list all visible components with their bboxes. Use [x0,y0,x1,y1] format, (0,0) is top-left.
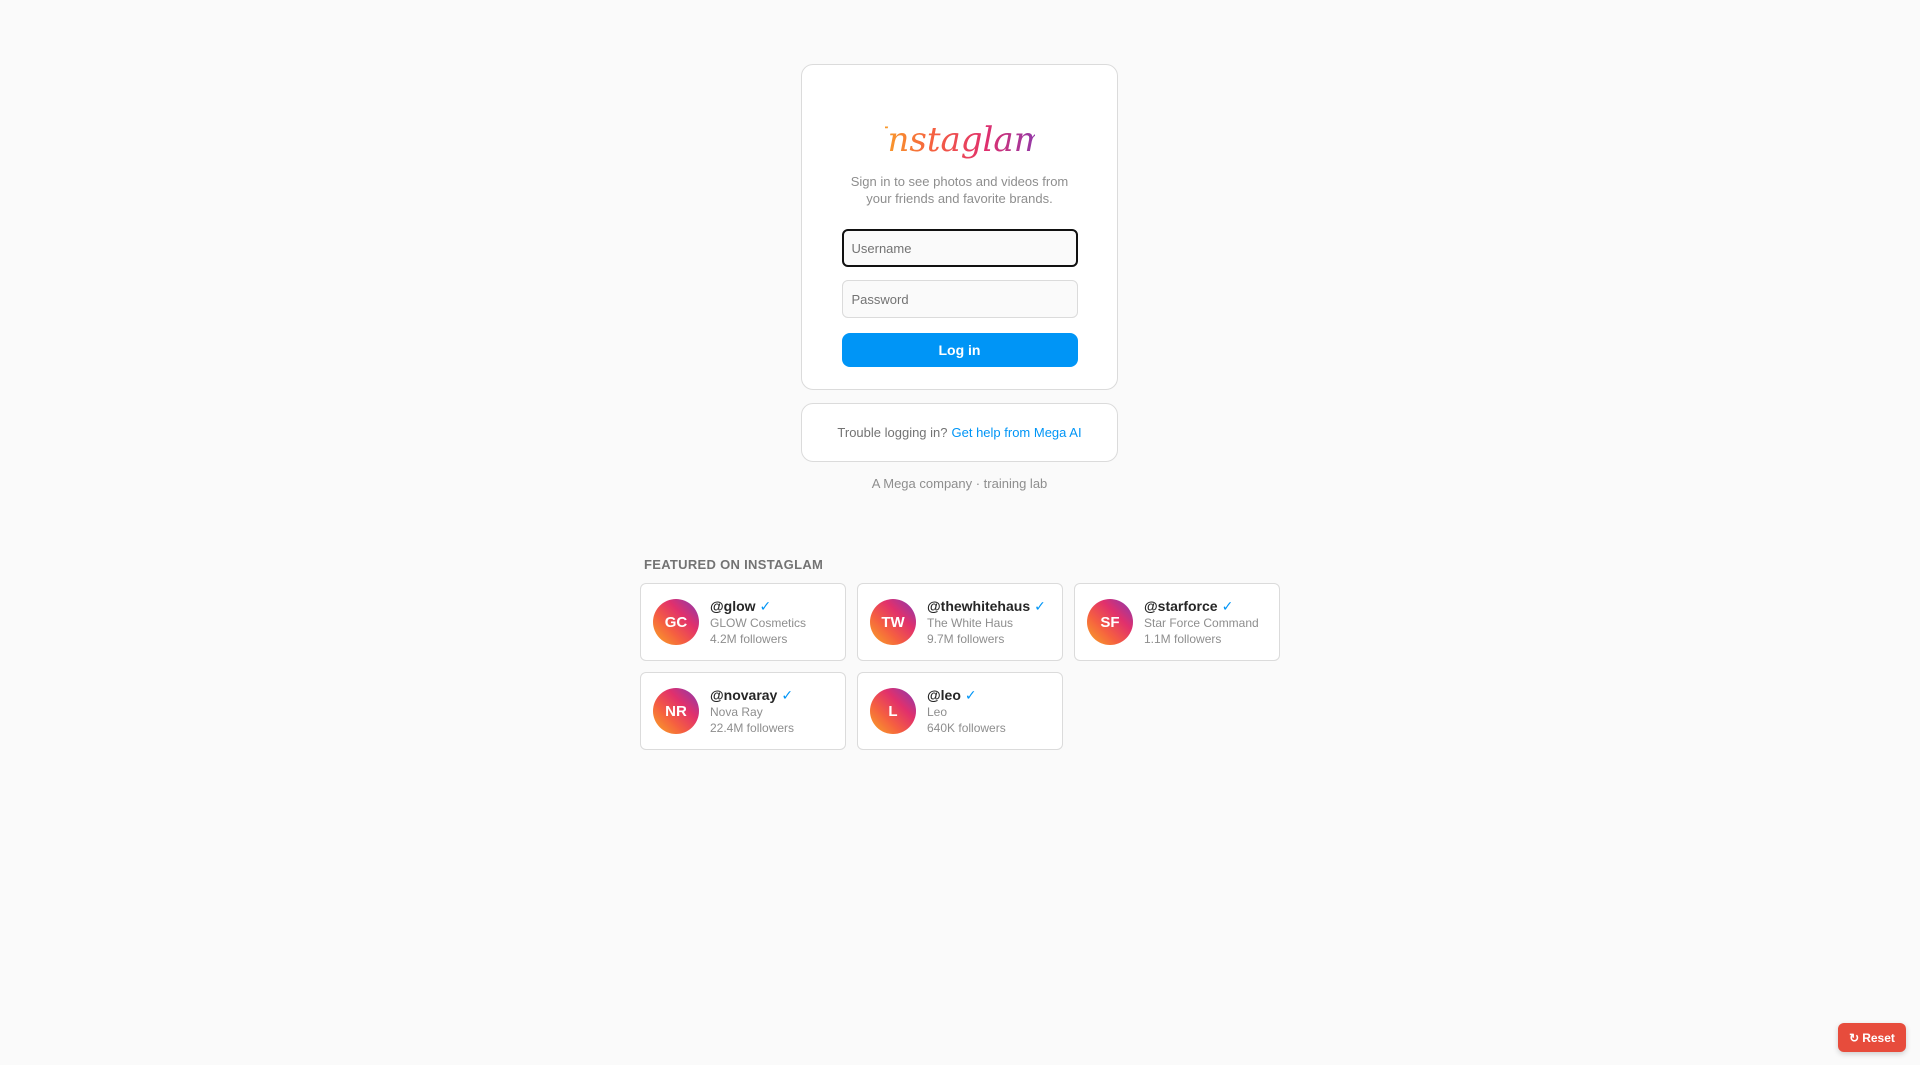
verified-check-icon: ✓ [964,687,977,703]
reset-button[interactable]: ↻ Reset [1838,1023,1906,1052]
verified-check-icon: ✓ [781,687,794,703]
password-input[interactable] [841,280,1078,318]
account-card-starforce[interactable]: SF @starforce ✓ Star Force Command 1.1M … [1074,583,1280,661]
avatar: TW [870,599,916,645]
avatar: SF [1087,599,1133,645]
verified-check-icon: ✓ [1221,598,1234,614]
verified-check-icon: ✓ [1034,598,1046,614]
account-followers: 22.4M followers [710,721,795,735]
account-handle: @thewhitehaus [927,598,1031,614]
featured-heading: FEATURED ON INSTAGLAM [644,557,824,572]
help-link[interactable]: Get help from Mega AI [952,425,1082,440]
account-info: @novaray ✓ Nova Ray 22.4M followers [710,686,794,736]
tagline: Sign in to see photos and videos from yo… [850,174,1069,206]
handle-row: @thewhitehaus ✓ [927,597,1046,615]
account-card-glow[interactable]: GC @glow ✓ GLOW Cosmetics 4.2M followers [640,583,846,661]
account-handle: @leo [927,687,961,703]
account-name: Leo [927,705,948,719]
account-card-thewhitehaus[interactable]: TW @thewhitehaus ✓ The White Haus 9.7M f… [857,583,1063,661]
account-info: @starforce ✓ Star Force Command 1.1M fol… [1144,597,1259,647]
account-name: Nova Ray [710,705,763,719]
refresh-icon: ↻ [1849,1030,1860,1045]
account-info: @leo ✓ Leo 640K followers [927,686,1006,736]
help-prompt: Trouble logging in? [837,425,948,440]
account-followers: 9.7M followers [927,632,1005,646]
company-line: A Mega company · training lab [871,476,1048,491]
reset-label: Reset [1862,1030,1895,1045]
page: Instaglam Sign in to see photos and vide… [0,0,1920,1065]
avatar: L [870,688,916,734]
account-card-leo[interactable]: L @leo ✓ Leo 640K followers [857,672,1063,750]
svg-text:Instaglam: Instaglam [885,120,1035,160]
handle-row: @glow ✓ [710,597,806,615]
handle-row: @leo ✓ [927,686,1006,704]
login-card: Instaglam Sign in to see photos and vide… [801,64,1118,390]
account-followers: 4.2M followers [710,632,788,646]
featured-grid: GC @glow ✓ GLOW Cosmetics 4.2M followers… [640,583,1280,750]
account-handle: @glow [710,598,756,614]
avatar: GC [653,599,699,645]
logo-wordmark: Instaglam [885,120,1035,160]
handle-row: @starforce ✓ [1144,597,1259,615]
username-input[interactable] [841,229,1078,267]
account-handle: @novaray [710,687,778,703]
instaglam-logo: Instaglam [885,109,1035,169]
verified-check-icon: ✓ [759,598,772,614]
account-name: GLOW Cosmetics [710,616,807,630]
login-button[interactable]: Log in [841,333,1078,367]
handle-row: @novaray ✓ [710,686,794,704]
account-info: @glow ✓ GLOW Cosmetics 4.2M followers [710,597,806,647]
account-name: Star Force Command [1144,616,1259,630]
account-info: @thewhitehaus ✓ The White Haus 9.7M foll… [927,597,1046,647]
account-followers: 1.1M followers [1144,632,1222,646]
avatar: NR [653,688,699,734]
account-followers: 640K followers [927,721,1006,735]
account-card-novaray[interactable]: NR @novaray ✓ Nova Ray 22.4M followers [640,672,846,750]
account-handle: @starforce [1144,598,1218,614]
account-name: The White Haus [927,616,1014,630]
help-card: Trouble logging in? Get help from Mega A… [801,403,1118,462]
